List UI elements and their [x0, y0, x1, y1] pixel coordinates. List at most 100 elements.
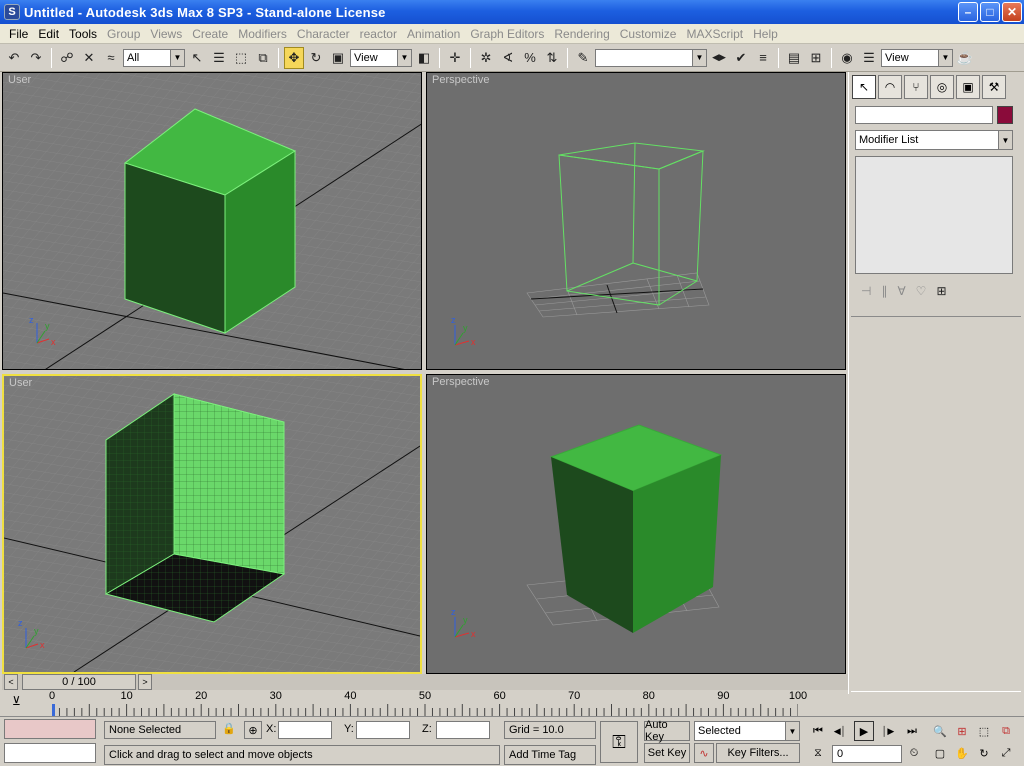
menu-modifiers[interactable]: Modifiers — [233, 27, 292, 41]
menu-rendering[interactable]: Rendering — [549, 27, 614, 41]
modifier-stack[interactable] — [855, 156, 1013, 274]
menu-file[interactable]: File — [4, 27, 33, 41]
menu-tools[interactable]: Tools — [64, 27, 102, 41]
viewport-top-left[interactable]: z x y User — [2, 72, 422, 370]
menu-character[interactable]: Character — [292, 27, 355, 41]
viewport-bottom-left[interactable]: z x y User — [2, 374, 422, 674]
utilities-tab-icon[interactable]: ⚒ — [982, 75, 1006, 99]
select-by-name-icon[interactable]: ☰ — [209, 47, 229, 69]
select-and-rotate-icon[interactable]: ↻ — [306, 47, 326, 69]
key-set-dropdown[interactable]: Selected ▼ — [694, 721, 800, 741]
previous-frame-icon[interactable]: ◀│ — [830, 721, 850, 741]
chevron-down-icon[interactable]: ▼ — [692, 49, 706, 66]
viewport-label[interactable]: Perspective — [432, 74, 489, 86]
menu-animation[interactable]: Animation — [402, 27, 465, 41]
hierarchy-tab-icon[interactable]: ⑂ — [904, 75, 928, 99]
next-frame-button[interactable]: > — [138, 674, 152, 690]
viewport-top-right[interactable]: z x y Perspective — [426, 72, 846, 370]
absolute-mode-icon[interactable]: ⊕ — [244, 721, 262, 739]
named-selection-sets-dropdown[interactable]: ▼ — [595, 48, 707, 67]
configure-modifier-sets-icon[interactable]: ⊞ — [936, 284, 946, 298]
menu-maxscript[interactable]: MAXScript — [681, 27, 748, 41]
pivot-center-icon[interactable]: ◧ — [414, 47, 434, 69]
menu-group[interactable]: Group — [102, 27, 145, 41]
current-frame-field[interactable]: 0 — [832, 745, 902, 763]
render-type-dropdown[interactable]: View ▼ — [881, 48, 953, 67]
key-mode-toggle-icon[interactable]: ⧖ — [808, 743, 828, 763]
next-frame-icon[interactable]: │▶ — [878, 721, 898, 741]
select-and-move-icon[interactable]: ✥ — [284, 46, 304, 69]
go-to-end-icon[interactable]: ⏭ — [902, 721, 922, 741]
set-keys-icon[interactable]: ⚿ — [600, 721, 638, 763]
menu-graph-editors[interactable]: Graph Editors — [465, 27, 549, 41]
curve-editor-icon[interactable]: ▤ — [784, 47, 804, 69]
create-tab-icon[interactable]: ↖ — [852, 75, 876, 99]
unlink-selection-icon[interactable]: ✕ — [79, 47, 99, 69]
object-name-field[interactable] — [855, 106, 993, 124]
mirror-icon[interactable]: ◀▶ — [709, 47, 729, 69]
go-to-start-icon[interactable]: ⏮ — [808, 721, 828, 741]
redo-icon[interactable]: ↷ — [26, 47, 46, 69]
bind-to-space-warp-icon[interactable]: ≈ — [101, 47, 121, 69]
align-icon[interactable]: ✔ — [731, 47, 751, 69]
arc-rotate-icon[interactable]: ↻ — [974, 743, 994, 763]
add-time-tag-button[interactable]: Add Time Tag — [504, 745, 596, 765]
set-key-button[interactable]: Set Key — [644, 743, 690, 763]
window-crossing-icon[interactable]: ⧉ — [253, 47, 273, 69]
close-button[interactable]: ✕ — [1002, 2, 1022, 22]
lock-selection-icon[interactable]: 🔒 — [222, 722, 236, 735]
play-animation-icon[interactable]: ▶ — [854, 721, 874, 741]
menu-edit[interactable]: Edit — [33, 27, 64, 41]
track-bar[interactable]: ⊻ 0 10 20 30 40 50 60 70 80 90 100 — [0, 690, 848, 718]
chevron-down-icon[interactable]: ▼ — [998, 131, 1012, 149]
minimize-button[interactable]: – — [958, 2, 978, 22]
y-coordinate-field[interactable] — [356, 721, 410, 739]
rectangular-selection-region-icon[interactable]: ⬚ — [231, 47, 251, 69]
z-coordinate-field[interactable] — [436, 721, 490, 739]
show-end-result-icon[interactable]: ∥ — [881, 284, 887, 298]
render-scene-icon[interactable]: ☰ — [859, 47, 879, 69]
motion-tab-icon[interactable]: ◎ — [930, 75, 954, 99]
x-coordinate-field[interactable] — [278, 721, 332, 739]
open-mini-curve-editor-icon[interactable]: ⊻ — [12, 694, 30, 710]
chevron-down-icon[interactable]: ▼ — [785, 722, 799, 740]
material-editor-icon[interactable]: ◉ — [837, 47, 857, 69]
pan-view-icon[interactable]: ✋ — [952, 743, 972, 763]
percent-snap-icon[interactable]: % — [520, 47, 540, 69]
zoom-extents-all-icon[interactable]: ⧉ — [996, 721, 1016, 741]
zoom-all-icon[interactable]: ⊞ — [952, 721, 972, 741]
pin-stack-icon[interactable]: ⊣ — [861, 284, 871, 298]
chevron-down-icon[interactable]: ▼ — [397, 49, 411, 66]
menu-customize[interactable]: Customize — [615, 27, 682, 41]
select-object-icon[interactable]: ↖ — [187, 47, 207, 69]
undo-icon[interactable]: ↶ — [4, 47, 24, 69]
time-configuration-icon[interactable]: ⏲ — [904, 743, 924, 763]
reference-coordinate-dropdown[interactable]: View ▼ — [350, 48, 412, 67]
edit-named-selection-icon[interactable]: ✎ — [573, 47, 593, 69]
viewport-bottom-right[interactable]: z x y Perspective — [426, 374, 846, 674]
maxscript-listener-mini[interactable] — [4, 719, 96, 739]
make-unique-icon[interactable]: ∀ — [897, 284, 905, 298]
modify-tab-icon[interactable]: ◠ — [878, 75, 902, 99]
layer-manager-icon[interactable]: ≡ — [753, 47, 773, 69]
viewport-label[interactable]: User — [9, 377, 32, 389]
modifier-list-dropdown[interactable]: Modifier List ▼ — [855, 130, 1013, 150]
chevron-down-icon[interactable]: ▼ — [938, 49, 952, 66]
zoom-icon[interactable]: 🔍 — [930, 721, 950, 741]
select-and-scale-icon[interactable]: ▣ — [328, 47, 348, 69]
zoom-extents-icon[interactable]: ⬚ — [974, 721, 994, 741]
remove-modifier-icon[interactable]: ♡ — [916, 284, 927, 298]
menu-views[interactable]: Views — [145, 27, 187, 41]
maximize-button[interactable]: □ — [980, 2, 1000, 22]
snap-toggle-icon[interactable]: ✲ — [476, 47, 496, 69]
angle-snap-icon[interactable]: ∢ — [498, 47, 518, 69]
viewport-label[interactable]: Perspective — [432, 376, 489, 388]
maximize-viewport-icon[interactable]: ⤢ — [996, 743, 1016, 763]
menu-create[interactable]: Create — [187, 27, 233, 41]
maxscript-input[interactable] — [4, 743, 96, 763]
selection-filter-dropdown[interactable]: All ▼ — [123, 48, 185, 67]
previous-frame-button[interactable]: < — [4, 674, 18, 690]
chevron-down-icon[interactable]: ▼ — [170, 49, 184, 66]
menu-reactor[interactable]: reactor — [355, 27, 402, 41]
display-tab-icon[interactable]: ▣ — [956, 75, 980, 99]
